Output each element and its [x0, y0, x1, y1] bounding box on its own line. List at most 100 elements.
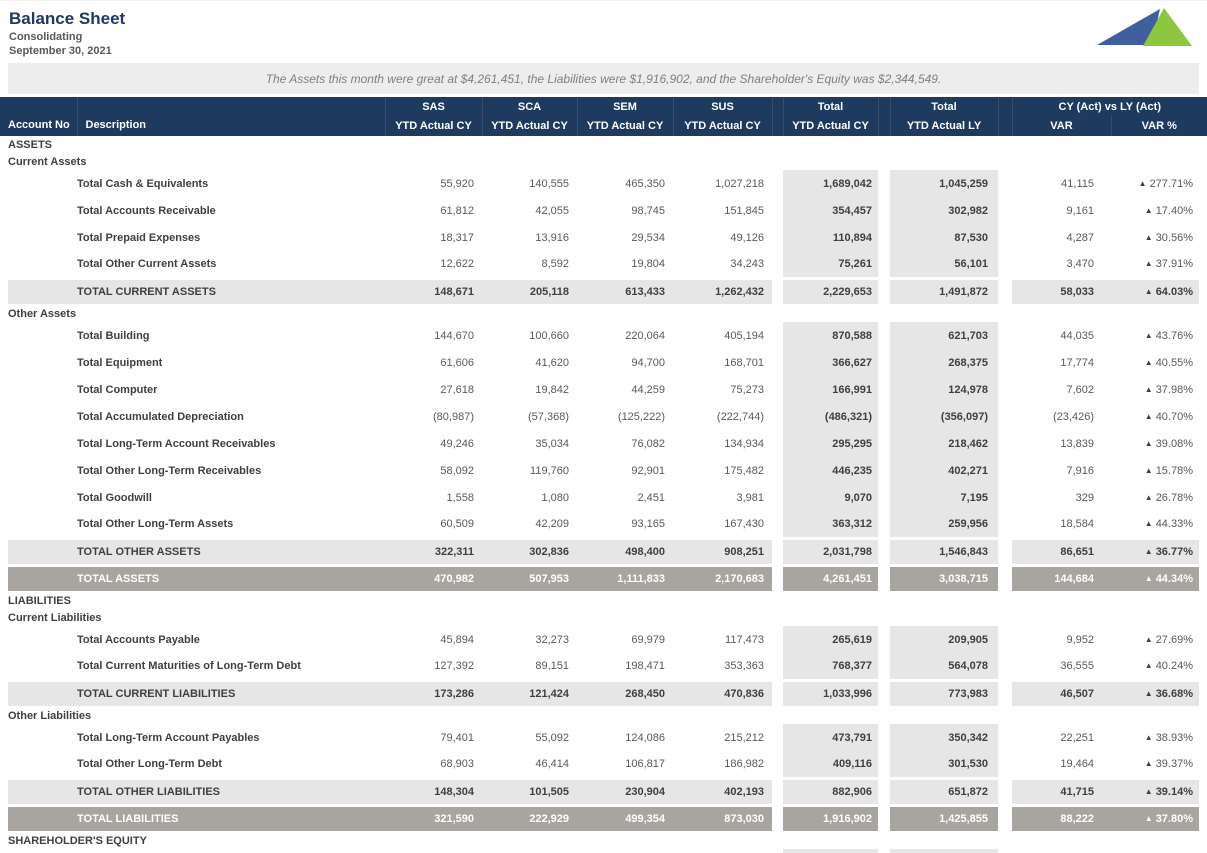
gutter	[772, 653, 783, 680]
var-value-cell: 58,033	[1012, 276, 1111, 306]
var-value-cell: 13,839	[1060, 437, 1094, 450]
total-cy-value-cell: 768,377	[783, 653, 878, 680]
sem-value-cell: 268,450	[577, 678, 673, 708]
sem-value-cell: 98,745	[631, 204, 665, 217]
var-value-cell: 88,222	[1012, 803, 1111, 834]
gutter	[998, 403, 1012, 430]
gutter	[998, 536, 1012, 566]
up-triangle-icon: ▲	[1144, 634, 1153, 644]
up-triangle-icon: ▲	[1144, 357, 1153, 367]
sca-value-cell: 13,916	[535, 231, 569, 244]
col-header-sus: SUS	[673, 97, 773, 116]
col-subheader-var-pct: VAR %	[1111, 116, 1207, 136]
account-no-cell	[0, 276, 77, 306]
sus-value-cell: 151,845	[724, 204, 764, 217]
sem-value-cell: 498,400	[577, 536, 673, 566]
sem-value-cell: (125,222)	[617, 410, 665, 423]
gutter	[878, 170, 890, 197]
total-ly-value-cell: 259,956	[890, 511, 998, 538]
sas-value-cell: 61,606	[440, 356, 474, 369]
gutter	[772, 276, 783, 306]
sus-value-cell: 34,243	[730, 257, 764, 270]
page-title: Balance Sheet	[9, 9, 126, 28]
var-value-cell: 9,952	[1066, 633, 1094, 646]
sca-value-cell: 89,151	[535, 659, 569, 672]
col-header-account-no: Account No	[0, 97, 78, 136]
sca-value-cell: 42,209	[535, 517, 569, 530]
var-value-cell: 9,161	[1066, 204, 1094, 217]
up-triangle-icon: ▲	[1144, 660, 1153, 670]
data-row: Total Current Maturities of Long-Term De…	[0, 653, 1207, 680]
sem-value-cell: 93,165	[631, 517, 665, 530]
total-ly-value-cell: 1,425,855	[890, 803, 998, 834]
var-pct-value-cell	[1111, 849, 1207, 853]
section-label: LIABILITIES	[8, 595, 71, 608]
sem-value-cell: 94,700	[631, 356, 665, 369]
var-pct-value-cell: ▲ 44.34%	[1111, 563, 1207, 594]
var-pct-value-cell: ▲ 64.03%	[1111, 276, 1207, 306]
gutter	[772, 403, 783, 430]
up-triangle-icon: ▲	[1144, 518, 1153, 528]
var-pct-value-cell: ▲ 44.33%	[1144, 517, 1193, 530]
subtotal-row: TOTAL OTHER LIABILITIES 148,304 101,505 230…	[0, 776, 1207, 806]
gutter	[998, 349, 1012, 376]
description-cell: Total Building	[77, 329, 150, 342]
data-row: Total Accumulated Depreciation (80,987) (5…	[0, 403, 1207, 430]
total-cy-value-cell: 1,916,902	[783, 803, 878, 834]
total-ly-value-cell: 268,375	[890, 349, 998, 376]
gutter	[878, 403, 890, 430]
up-triangle-icon: ▲	[1144, 688, 1153, 698]
account-no-cell	[0, 170, 77, 197]
data-row: Total Accounts Receivable 61,812 42,055 98,…	[0, 197, 1207, 224]
section-row: Current Liabilities	[0, 609, 1207, 626]
total-cy-value-cell: 265,619	[783, 626, 878, 653]
description-cell: Total Goodwill	[77, 491, 152, 504]
account-no-cell	[0, 653, 77, 680]
sem-value-cell: 1,111,833	[577, 563, 673, 594]
total-ly-value-cell: 87,530	[890, 224, 998, 251]
gutter	[878, 276, 890, 306]
up-triangle-icon: ▲	[1144, 258, 1153, 268]
total-cy-value-cell: 870,588	[783, 322, 878, 349]
balance-sheet-table: Account No Description SAS SCA SEM SUS T…	[0, 97, 1207, 853]
gutter	[772, 776, 783, 806]
sca-value-cell: 121,424	[482, 678, 577, 708]
description-cell: Total Current Maturities of Long-Term De…	[77, 659, 301, 672]
gutter	[998, 751, 1012, 778]
section-label: Other Assets	[8, 308, 77, 320]
gutter	[772, 724, 783, 751]
gutter	[998, 849, 1012, 853]
clipped-row	[0, 849, 1207, 853]
sca-value-cell: 205,118	[482, 276, 577, 306]
gutter	[998, 511, 1012, 538]
total-cy-value-cell: 2,031,798	[783, 536, 878, 566]
sca-value-cell: 302,836	[482, 536, 577, 566]
var-value-cell: 86,651	[1012, 536, 1111, 566]
total-ly-value-cell: 773,983	[890, 678, 998, 708]
var-value-cell: 36,555	[1060, 659, 1094, 672]
sca-value-cell: 140,555	[529, 177, 569, 190]
col-subheader-var: VAR	[1012, 116, 1112, 136]
gutter	[772, 322, 783, 349]
col-header-sas: SAS	[385, 97, 483, 116]
var-pct-value-cell: ▲ 30.56%	[1144, 231, 1193, 244]
gutter	[772, 457, 783, 484]
account-no-cell	[0, 430, 77, 457]
var-value-cell: 3,470	[1066, 257, 1094, 270]
section-row: ASSETS	[0, 136, 1207, 153]
var-pct-value-cell: ▲ 39.14%	[1111, 776, 1207, 806]
sca-value-cell: 119,760	[530, 464, 569, 477]
gutter	[998, 430, 1012, 457]
col-header-total-ly: Total	[890, 97, 999, 116]
section-label: Current Liabilities	[8, 611, 102, 624]
account-no-cell	[0, 322, 77, 349]
total-cy-value-cell	[783, 849, 878, 853]
gutter	[998, 724, 1012, 751]
sem-value-cell: 69,979	[631, 633, 665, 646]
description-cell: TOTAL CURRENT LIABILITIES	[77, 678, 385, 708]
sas-value-cell: 470,982	[385, 563, 482, 594]
total-cy-value-cell: 882,906	[783, 776, 878, 806]
description-cell: Total Cash & Equivalents	[77, 177, 209, 190]
description-cell: TOTAL ASSETS	[77, 563, 385, 594]
gutter	[772, 849, 783, 853]
